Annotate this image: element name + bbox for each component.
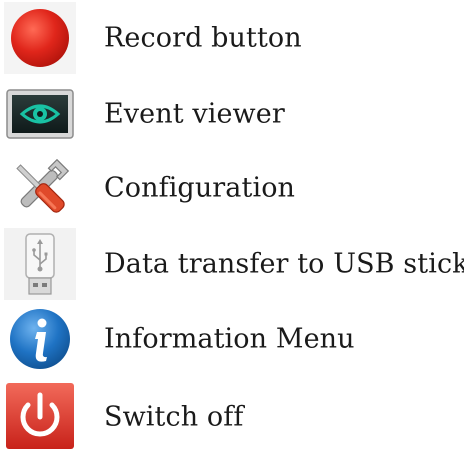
legend-row-information: Information Menu	[0, 301, 464, 377]
power-icon	[4, 381, 76, 453]
legend-row-event-viewer: Event viewer	[0, 76, 464, 152]
info-icon	[4, 303, 76, 375]
legend-label-switch-off: Switch off	[104, 401, 244, 433]
usb-stick-icon	[4, 228, 76, 300]
eye-monitor-icon	[4, 78, 76, 150]
legend-label-event-viewer: Event viewer	[104, 98, 285, 130]
legend-label-usb: Data transfer to USB stick	[104, 248, 464, 280]
wrench-screwdriver-icon	[4, 152, 76, 224]
legend-label-information: Information Menu	[104, 323, 355, 355]
legend-row-record: Record button	[0, 0, 464, 76]
legend-row-configuration: Configuration	[0, 150, 464, 226]
legend-row-usb: Data transfer to USB stick	[0, 226, 464, 302]
legend-label-record: Record button	[104, 22, 302, 54]
record-icon	[4, 2, 76, 74]
legend-row-switch-off: Switch off	[0, 379, 464, 455]
icon-legend: Record button Event viewer Configuration…	[0, 0, 464, 455]
legend-label-configuration: Configuration	[104, 172, 296, 204]
